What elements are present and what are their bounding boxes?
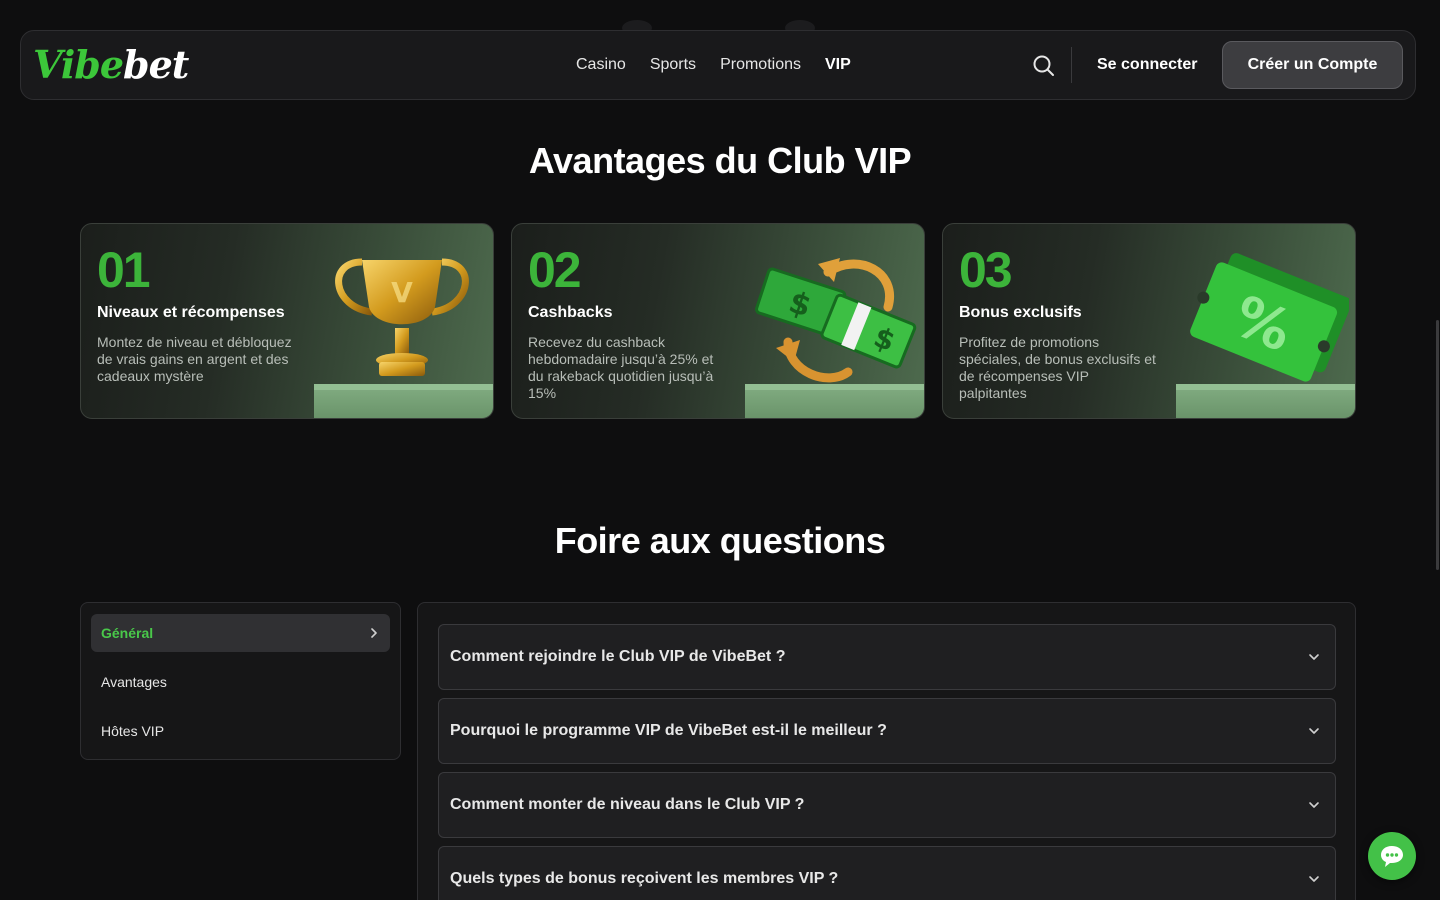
card-description: Profitez de promotions spéciales, de bon…	[959, 334, 1156, 401]
faq-category-avantages[interactable]: Avantages	[91, 663, 390, 701]
pedestal	[745, 384, 924, 418]
faq-question-item[interactable]: Quels types de bonus reçoivent les membr…	[438, 846, 1336, 900]
faq-category-label: Général	[101, 625, 154, 641]
faq-category-label: Hôtes VIP	[101, 723, 165, 739]
faq-category-label: Avantages	[101, 674, 167, 690]
nav-casino[interactable]: Casino	[576, 53, 626, 77]
cash-stack-icon: $ $	[755, 258, 917, 383]
faq-category-general[interactable]: Général	[91, 614, 390, 652]
faq-questions: Comment rejoindre le Club VIP de VibeBet…	[417, 602, 1356, 900]
search-icon[interactable]	[1031, 53, 1057, 79]
benefit-card-levels[interactable]: 01 Niveaux et récompenses Montez de nive…	[80, 223, 494, 419]
benefit-card-bonus[interactable]: 03 Bonus exclusifs Profitez de promotion…	[942, 223, 1356, 419]
login-button[interactable]: Se connecter	[1083, 51, 1211, 79]
vibebet-logo[interactable]: Vibebet	[33, 42, 189, 87]
card-description: Montez de niveau et débloquez de vrais g…	[97, 334, 292, 384]
card-title: Cashbacks	[528, 304, 613, 321]
svg-text:V: V	[391, 276, 413, 309]
faq-question-text: Quels types de bonus reçoivent les membr…	[450, 870, 839, 887]
benefit-card-cashbacks[interactable]: 02 Cashbacks Recevez du cashback hebdoma…	[511, 223, 925, 419]
chevron-down-icon	[1309, 802, 1319, 808]
card-number: 02	[528, 242, 582, 298]
chat-icon	[1381, 846, 1403, 867]
benefits-title: Avantages du Club VIP	[528, 140, 912, 181]
pedestal	[314, 384, 493, 418]
chevron-down-icon	[1309, 876, 1319, 882]
site-header: Vibebet Casino Sports Promotions VIP Se …	[20, 30, 1416, 100]
faq-title: Foire aux questions	[554, 520, 886, 561]
logo-part-vibe: Vibe	[33, 42, 124, 87]
chevron-right-icon	[371, 628, 377, 638]
chat-button[interactable]	[1368, 832, 1416, 880]
nav-sports[interactable]: Sports	[650, 53, 696, 77]
faq-question-item[interactable]: Comment rejoindre le Club VIP de VibeBet…	[438, 624, 1336, 690]
nav-promotions[interactable]: Promotions	[720, 53, 801, 77]
nav-vip[interactable]: VIP	[825, 53, 851, 77]
faq-question-text: Comment monter de niveau dans le Club VI…	[450, 796, 805, 813]
chevron-down-icon	[1309, 728, 1319, 734]
faq-category-hotes-vip[interactable]: Hôtes VIP	[91, 712, 390, 750]
card-description: Recevez du cashback hebdomadaire jusqu’à…	[528, 334, 714, 401]
faq-categories: Général Avantages Hôtes VIP	[80, 602, 401, 760]
signup-button[interactable]: Créer un Compte	[1222, 41, 1403, 89]
card-title: Niveaux et récompenses	[97, 304, 285, 321]
page-scrollbar[interactable]	[1436, 320, 1439, 570]
card-number: 01	[97, 242, 151, 298]
card-title: Bonus exclusifs	[959, 304, 1082, 321]
logo-part-bet: bet	[123, 42, 189, 87]
faq-question-text: Pourquoi le programme VIP de VibeBet est…	[450, 722, 887, 739]
page: Vibebet Casino Sports Promotions VIP Se …	[0, 0, 1440, 900]
main-nav: Casino Sports Promotions VIP	[576, 53, 851, 77]
faq-question-item[interactable]: Pourquoi le programme VIP de VibeBet est…	[438, 698, 1336, 764]
chevron-down-icon	[1309, 654, 1319, 660]
faq-question-item[interactable]: Comment monter de niveau dans le Club VI…	[438, 772, 1336, 838]
card-number: 03	[959, 242, 1013, 298]
pedestal	[1176, 384, 1355, 418]
faq-question-text: Comment rejoindre le Club VIP de VibeBet…	[450, 648, 786, 665]
percent-ticket-icon: %	[1190, 253, 1349, 382]
header-divider	[1071, 47, 1072, 83]
trophy-icon: V	[335, 258, 469, 376]
benefits-cards: 01 Niveaux et récompenses Montez de nive…	[80, 223, 1356, 419]
